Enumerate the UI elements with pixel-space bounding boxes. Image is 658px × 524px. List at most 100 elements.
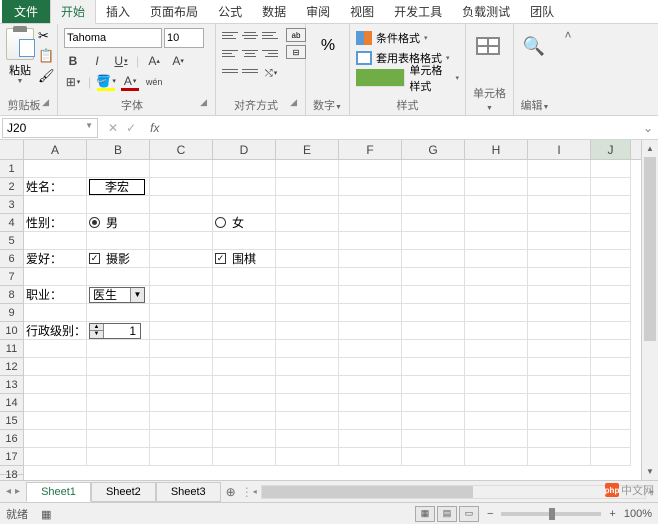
tab-data[interactable]: 数据 (252, 0, 296, 23)
row-header[interactable]: 6 (0, 250, 23, 268)
row-header[interactable]: 17 (0, 448, 23, 466)
row-header[interactable]: 2 (0, 178, 23, 196)
tab-loadtest[interactable]: 负载测试 (452, 0, 520, 23)
number-format-button[interactable]: % (312, 28, 344, 64)
col-header-c[interactable]: C (150, 140, 213, 159)
tab-home[interactable]: 开始 (50, 0, 96, 24)
select-all-corner[interactable] (0, 140, 24, 159)
scroll-left-button[interactable]: ◂ (253, 487, 257, 496)
view-normal-button[interactable]: ▦ (415, 506, 435, 522)
radio-male[interactable]: 男 (89, 214, 118, 231)
decrease-font-button[interactable]: A▾ (169, 52, 187, 70)
row-header[interactable]: 8 (0, 286, 23, 304)
sheet-tab-1[interactable]: Sheet1 (26, 482, 91, 502)
col-header-d[interactable]: D (213, 140, 276, 159)
collapse-ribbon-button[interactable]: ˄ (556, 24, 580, 115)
checkbox-go[interactable]: ✓围棋 (215, 250, 256, 267)
copy-icon[interactable]: 📋 (38, 48, 55, 64)
vertical-scrollbar[interactable]: ▲ ▼ (641, 140, 658, 480)
scroll-down-button[interactable]: ▼ (642, 463, 658, 480)
col-header-j[interactable]: J (591, 140, 631, 159)
expand-formula-bar-button[interactable]: ⌄ (638, 121, 658, 135)
row-header[interactable]: 10 (0, 322, 23, 340)
tab-file[interactable]: 文件 (2, 0, 50, 23)
zoom-slider[interactable] (501, 512, 601, 516)
row-header[interactable]: 4 (0, 214, 23, 232)
decrease-indent-button[interactable] (222, 64, 238, 78)
row-header[interactable]: 9 (0, 304, 23, 322)
phonetic-button[interactable]: wén (145, 73, 163, 91)
align-top-button[interactable] (222, 28, 238, 42)
sheet-tab-2[interactable]: Sheet2 (91, 482, 156, 502)
italic-button[interactable]: I (88, 52, 106, 70)
cell[interactable]: 李宏 (87, 178, 150, 196)
format-painter-icon[interactable]: 🖌 (38, 68, 55, 84)
bold-button[interactable]: B (64, 52, 82, 70)
enter-formula-icon[interactable]: ✓ (126, 121, 136, 135)
view-page-layout-button[interactable]: ▤ (437, 506, 457, 522)
font-size-select[interactable] (164, 28, 204, 48)
row-header[interactable]: 5 (0, 232, 23, 250)
zoom-level[interactable]: 100% (624, 508, 652, 520)
cells-area[interactable]: 姓名： 李宏 性别： 男 女 爱好： ✓摄影 (24, 160, 641, 480)
name-box[interactable]: J20▼ (2, 118, 98, 138)
sheet-nav-prev[interactable]: ◂ (6, 486, 11, 497)
paste-button[interactable]: 粘贴 ▼ (6, 28, 34, 85)
fx-icon[interactable]: fx (144, 121, 165, 135)
border-button[interactable]: ⊞▾ (64, 73, 82, 91)
tab-team[interactable]: 团队 (520, 0, 564, 23)
view-page-break-button[interactable]: ▭ (459, 506, 479, 522)
font-name-select[interactable] (64, 28, 162, 48)
col-header-f[interactable]: F (339, 140, 402, 159)
tab-review[interactable]: 审阅 (296, 0, 340, 23)
row-header[interactable]: 11 (0, 340, 23, 358)
horizontal-scrollbar[interactable] (261, 485, 646, 499)
cells-button[interactable] (472, 28, 504, 64)
rank-spinner[interactable]: ▲▼1 (89, 323, 141, 339)
font-color-button[interactable]: A▾ (121, 73, 139, 91)
tab-formulas[interactable]: 公式 (208, 0, 252, 23)
align-bottom-button[interactable] (262, 28, 278, 42)
radio-female[interactable]: 女 (215, 214, 244, 231)
scroll-thumb[interactable] (644, 157, 656, 341)
increase-indent-button[interactable] (242, 64, 258, 78)
fill-color-button[interactable]: 🪣▾ (97, 73, 115, 91)
spinner-down-icon[interactable]: ▼ (90, 331, 103, 338)
conditional-format-button[interactable]: 条件格式▾ (356, 28, 459, 48)
formula-input[interactable] (165, 119, 638, 137)
row-header[interactable]: 13 (0, 376, 23, 394)
align-middle-button[interactable] (242, 28, 258, 42)
spinner-up-icon[interactable]: ▲ (90, 324, 103, 332)
col-header-i[interactable]: I (528, 140, 591, 159)
cell-style-button[interactable]: 单元格样式▾ (356, 68, 459, 88)
job-combobox[interactable]: 医生▼ (89, 287, 145, 303)
merge-center-button[interactable]: ⊟ (286, 45, 306, 59)
add-sheet-button[interactable]: ⊕ (221, 485, 241, 499)
col-header-e[interactable]: E (276, 140, 339, 159)
col-header-g[interactable]: G (402, 140, 465, 159)
orientation-button[interactable]: ⤭▾ (262, 64, 280, 82)
row-header[interactable]: 12 (0, 358, 23, 376)
sheet-tab-3[interactable]: Sheet3 (156, 482, 221, 502)
row-header[interactable]: 15 (0, 412, 23, 430)
tab-view[interactable]: 视图 (340, 0, 384, 23)
tab-insert[interactable]: 插入 (96, 0, 140, 23)
tab-page-layout[interactable]: 页面布局 (140, 0, 208, 23)
row-header[interactable]: 3 (0, 196, 23, 214)
row-header[interactable]: 16 (0, 430, 23, 448)
align-left-button[interactable] (222, 46, 238, 60)
scroll-thumb[interactable] (262, 486, 473, 498)
checkbox-photo[interactable]: ✓摄影 (89, 250, 130, 267)
col-header-b[interactable]: B (87, 140, 150, 159)
find-button[interactable]: 🔍 (520, 28, 548, 64)
row-header[interactable]: 18 (0, 466, 23, 475)
cut-icon[interactable]: ✂ (38, 28, 55, 44)
wrap-text-button[interactable]: ab (286, 28, 306, 42)
sheet-nav-next[interactable]: ▸ (15, 486, 20, 497)
row-header[interactable]: 14 (0, 394, 23, 412)
increase-font-button[interactable]: A▴ (145, 52, 163, 70)
col-header-a[interactable]: A (24, 140, 87, 159)
align-right-button[interactable] (262, 46, 278, 60)
row-header[interactable]: 7 (0, 268, 23, 286)
zoom-out-button[interactable]: − (487, 508, 493, 520)
